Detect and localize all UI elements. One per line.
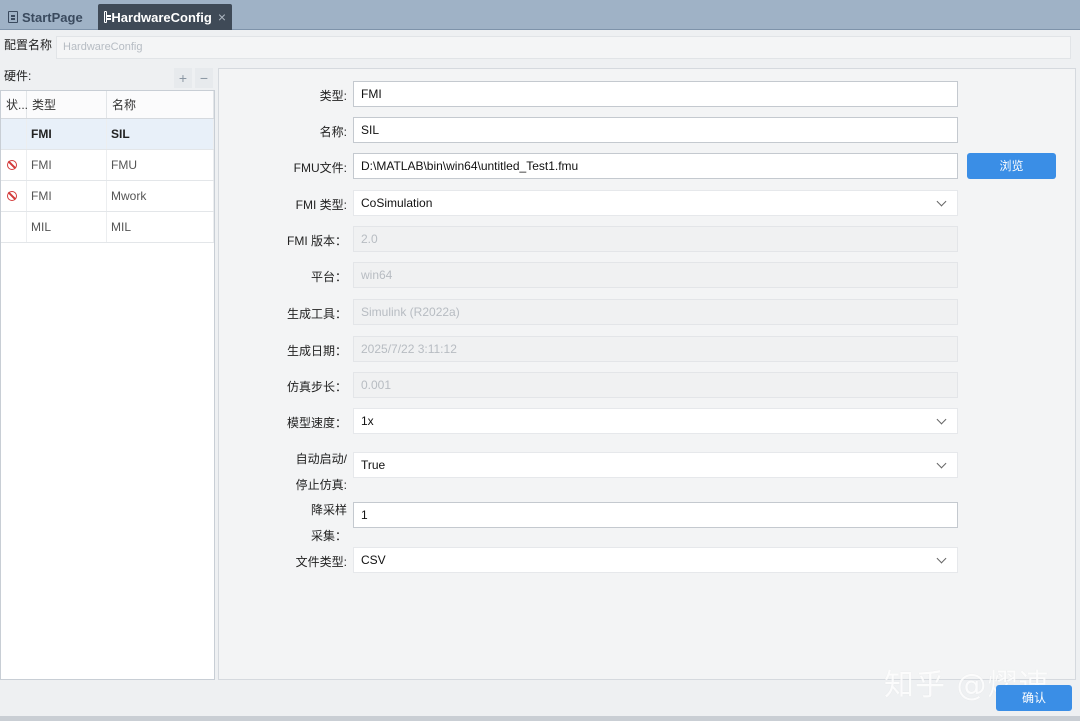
table-row[interactable]: MIL MIL [1, 212, 214, 243]
status-cell [1, 150, 27, 180]
fmi-version-label: FMI 版本： [287, 234, 347, 248]
tab-label: StartPage [22, 9, 83, 25]
tab-label: HardwareConfig [111, 9, 212, 25]
fmu-file-field[interactable]: D:\MATLAB\bin\win64\untitled_Test1.fmu [353, 153, 958, 179]
fmi-version-field: 2.0 [353, 226, 958, 252]
step-field: 0.001 [353, 372, 958, 398]
downsample-label-line2: 采集： [310, 529, 347, 543]
status-cell [1, 119, 27, 149]
document-icon [8, 11, 18, 23]
disabled-icon [7, 191, 17, 201]
speed-select[interactable]: 1x [353, 408, 958, 434]
name-cell: MIL [107, 212, 214, 242]
type-field[interactable]: FMI [353, 81, 958, 107]
column-status[interactable]: 状... [1, 91, 28, 118]
bottom-border [0, 716, 1080, 721]
table-row[interactable]: FMI Mwork [1, 181, 214, 212]
hardware-table: 状... 类型 名称 FMI SIL FMI FMU FMI Mwork MIL… [0, 90, 215, 680]
date-label: 生成日期： [286, 344, 347, 358]
confirm-button[interactable]: 确认 [996, 685, 1072, 711]
table-row[interactable]: FMI FMU [1, 150, 214, 181]
speed-label: 模型速度： [286, 416, 347, 430]
status-cell [1, 212, 27, 242]
name-cell: SIL [107, 119, 214, 149]
downsample-label-line1: 降采样 [310, 503, 347, 517]
add-hardware-button[interactable]: + [174, 68, 192, 88]
browse-button[interactable]: 浏览 [967, 153, 1056, 179]
config-name-input[interactable]: HardwareConfig [56, 36, 1071, 59]
date-field: 2025/7/22 3:11:12 [353, 336, 958, 362]
fmi-type-select[interactable]: CoSimulation [353, 190, 958, 216]
file-type-label: 文件类型: [295, 555, 347, 569]
fmi-type-value: CoSimulation [361, 196, 433, 210]
type-cell: FMI [27, 150, 107, 180]
properties-panel: 类型: FMI 名称: SIL FMU文件: D:\MATLAB\bin\win… [218, 68, 1076, 680]
hardware-label: 硬件: [4, 69, 32, 83]
auto-label-line2: 停止仿真: [295, 478, 347, 492]
type-cell: MIL [27, 212, 107, 242]
column-type[interactable]: 类型 [27, 91, 107, 118]
tab-startpage[interactable]: StartPage [2, 4, 94, 30]
chevron-down-icon [936, 553, 947, 564]
disabled-icon [7, 160, 17, 170]
chevron-down-icon [936, 414, 947, 425]
type-cell: FMI [27, 119, 107, 149]
tool-label: 生成工具： [286, 307, 347, 321]
type-cell: FMI [27, 181, 107, 211]
auto-label-line1: 自动启动/ [295, 452, 347, 466]
chevron-down-icon [936, 458, 947, 469]
table-row[interactable]: FMI SIL [1, 119, 214, 150]
config-name-label: 配置名称 [4, 38, 53, 52]
tab-hardwareconfig[interactable]: HardwareConfig × [98, 4, 232, 30]
status-cell [1, 181, 27, 211]
platform-label: 平台： [310, 270, 347, 284]
fmu-file-label: FMU文件: [293, 161, 347, 175]
column-name[interactable]: 名称 [107, 91, 214, 118]
downsample-field[interactable]: 1 [353, 502, 958, 528]
name-cell: FMU [107, 150, 214, 180]
tab-bar: StartPage HardwareConfig × [0, 0, 1080, 30]
close-icon[interactable]: × [218, 9, 226, 25]
file-type-select[interactable]: CSV [353, 547, 958, 573]
document-icon [104, 11, 112, 23]
fmi-type-label: FMI 类型: [295, 198, 347, 212]
type-label: 类型: [319, 89, 347, 103]
auto-start-select[interactable]: True [353, 452, 958, 478]
speed-value: 1x [361, 414, 374, 428]
platform-field: win64 [353, 262, 958, 288]
name-field[interactable]: SIL [353, 117, 958, 143]
name-label: 名称: [319, 125, 347, 139]
auto-start-value: True [361, 458, 386, 472]
chevron-down-icon [936, 196, 947, 207]
step-label: 仿真步长： [286, 380, 347, 394]
table-header: 状... 类型 名称 [1, 91, 214, 119]
remove-hardware-button[interactable]: − [195, 68, 213, 88]
name-cell: Mwork [107, 181, 214, 211]
file-type-value: CSV [361, 553, 386, 567]
tool-field: Simulink (R2022a) [353, 299, 958, 325]
